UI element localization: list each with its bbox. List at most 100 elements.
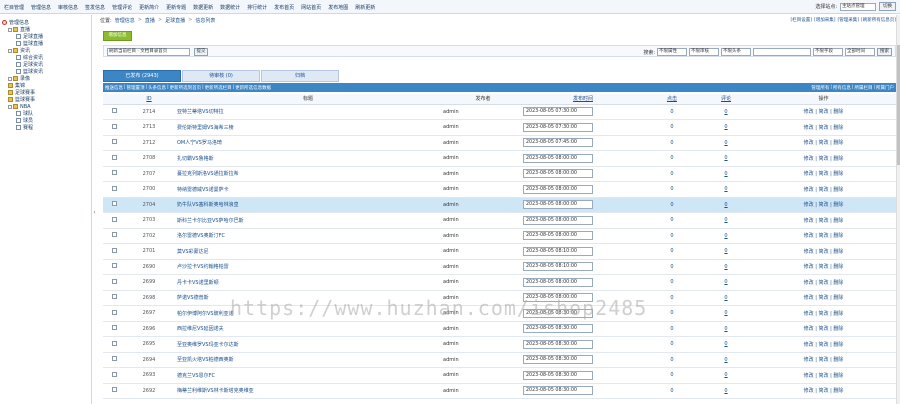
row-comments-link[interactable]: 0: [724, 171, 727, 177]
row-ops-links[interactable]: 修改 | 简改 | 删除: [751, 243, 896, 260]
top-nav-item[interactable]: 更新简介: [139, 4, 159, 11]
row-checkbox[interactable]: [111, 123, 117, 129]
top-action-link[interactable]: [刷新所有信息页]: [861, 17, 896, 23]
row-title-link[interactable]: 卢沙拉卡VS约翰格帕雷: [173, 259, 443, 275]
row-ops-links[interactable]: 修改 | 简改 | 删除: [751, 274, 896, 291]
row-title-link[interactable]: 萨诺VS德普斯: [173, 290, 443, 306]
row-title-link[interactable]: OM人宁VS罗马洛琦: [173, 135, 443, 151]
row-date-input[interactable]: 2023-08-05 08:00:00: [523, 277, 593, 287]
row-date-input[interactable]: 2023-08-05 08:10:00: [523, 262, 593, 272]
row-comments-link[interactable]: 0: [724, 217, 727, 223]
row-comments-link[interactable]: 0: [724, 248, 727, 254]
bulk-action-link[interactable]: 更新所选栏目: [205, 85, 232, 91]
row-comments-link[interactable]: 0: [724, 202, 727, 208]
row-comments-link[interactable]: 0: [724, 140, 727, 146]
row-title-link[interactable]: 扎切霸VS鲁格斯: [173, 150, 443, 167]
top-nav-item[interactable]: 签发信息: [85, 4, 105, 11]
row-ops-links[interactable]: 修改 | 简改 | 删除: [751, 166, 896, 182]
row-title-link[interactable]: 梅蒂兰利维斯VS林卡斯塔克奥维亚: [173, 383, 443, 399]
top-action-link[interactable]: [增加采集]: [814, 17, 836, 23]
row-date-input[interactable]: 2023-08-05 08:10:00: [523, 246, 593, 256]
row-comments-link[interactable]: 0: [724, 310, 727, 316]
tree-item[interactable]: 篮球资讯: [2, 68, 89, 75]
row-checkbox[interactable]: [111, 325, 117, 331]
row-checkbox[interactable]: [111, 340, 117, 346]
row-title-link[interactable]: 德克兰VS恩尔FC: [173, 367, 443, 384]
row-checkbox[interactable]: [111, 154, 117, 160]
collapse-sidebar-icon[interactable]: ‹: [92, 209, 97, 217]
row-checkbox[interactable]: [111, 201, 117, 207]
row-date-input[interactable]: 2023-08-05 08:30:00: [523, 355, 593, 365]
tree-item[interactable]: 篮球直播: [2, 40, 89, 47]
row-checkbox[interactable]: [111, 108, 117, 114]
row-title-link[interactable]: 帕尔伊博阿尔VS玻利亚诺: [173, 305, 443, 322]
row-date-input[interactable]: 2023-08-05 08:30:00: [523, 386, 593, 396]
top-nav-item[interactable]: 排行统计: [247, 4, 267, 11]
row-date-input[interactable]: 2023-08-05 08:00:00: [523, 200, 593, 210]
expand-toggle-icon[interactable]: [8, 76, 12, 81]
tree-item[interactable]: 篮球赛事: [2, 96, 89, 103]
row-comments-link[interactable]: 0: [724, 233, 727, 239]
field-select[interactable]: 不限字段: [813, 48, 843, 56]
tree-item[interactable]: 足球直播: [2, 33, 89, 40]
row-date-input[interactable]: 2023-08-05 08:00:00: [523, 231, 593, 241]
row-title-link[interactable]: 奶牛队VS塞科斯奥哈林浪皇: [173, 197, 443, 213]
row-ops-links[interactable]: 修改 | 简改 | 删除: [751, 383, 896, 399]
status-tab[interactable]: 归档: [261, 70, 339, 82]
row-ops-links[interactable]: 修改 | 简改 | 删除: [751, 212, 896, 229]
top-nav-item[interactable]: 刷新更新: [355, 4, 375, 11]
search-button[interactable]: 搜索: [877, 48, 892, 56]
row-title-link[interactable]: 洛尔雷德VS奥斯汀FC: [173, 228, 443, 244]
tree-item[interactable]: 足球赛事: [2, 89, 89, 96]
row-checkbox[interactable]: [111, 185, 117, 191]
row-date-input[interactable]: 2023-08-05 07:45:00: [523, 138, 593, 148]
row-ops-links[interactable]: 修改 | 简改 | 删除: [751, 336, 896, 353]
sort-date-link[interactable]: 发布时间: [573, 96, 593, 102]
row-comments-link[interactable]: 0: [724, 186, 727, 192]
row-title-link[interactable]: 至亚奥维罗VS玛亚卡尔达斯: [173, 336, 443, 353]
row-comments-link[interactable]: 0: [724, 264, 727, 270]
row-title-link[interactable]: 莫VS彩蒙达尼: [173, 243, 443, 260]
breadcrumb-item[interactable]: 直播: [145, 17, 155, 24]
tree-item[interactable]: 赛程: [2, 124, 89, 131]
time-select[interactable]: 全部时间: [845, 48, 875, 56]
row-checkbox[interactable]: [111, 294, 117, 300]
top-nav-item[interactable]: 审核信息: [58, 4, 78, 11]
row-ops-links[interactable]: 修改 | 简改 | 删除: [751, 305, 896, 322]
top-nav-item[interactable]: 发布地图: [328, 4, 348, 11]
bulk-action-link[interactable]: 头条信息: [148, 85, 166, 91]
breadcrumb-item[interactable]: 足球直播: [165, 17, 185, 24]
row-title-link[interactable]: 至亚凯火塔VS柏德西奥斯: [173, 352, 443, 368]
row-checkbox[interactable]: [111, 139, 117, 145]
row-ops-links[interactable]: 修改 | 简改 | 删除: [751, 135, 896, 151]
tree-item[interactable]: 足球资讯: [2, 61, 89, 68]
expand-toggle-icon[interactable]: [8, 27, 12, 32]
top-nav-item[interactable]: 管理评论: [112, 4, 132, 11]
view-link[interactable]: 所属门户: [876, 85, 894, 91]
row-ops-links[interactable]: 修改 | 简改 | 删除: [751, 290, 896, 306]
row-checkbox[interactable]: [111, 232, 117, 238]
view-link[interactable]: 管理所有: [811, 85, 829, 91]
row-ops-links[interactable]: 修改 | 简改 | 删除: [751, 181, 896, 198]
top-action-link[interactable]: [管理采集]: [837, 17, 859, 23]
view-link[interactable]: 所属栏目: [854, 85, 872, 91]
top-nav-item[interactable]: 管理信息: [31, 4, 51, 11]
row-date-input[interactable]: 2023-08-05 07:30:00: [523, 122, 593, 132]
bulk-action-link[interactable]: 更新所选到首页: [170, 85, 202, 91]
top-nav-item[interactable]: 网站首页: [301, 4, 321, 11]
row-date-input[interactable]: 2023-08-05 08:30:00: [523, 308, 593, 318]
row-checkbox[interactable]: [111, 309, 117, 315]
switch-button[interactable]: 切换: [879, 2, 896, 11]
bulk-action-link[interactable]: 管理置顶: [127, 85, 145, 91]
row-comments-link[interactable]: 0: [724, 326, 727, 332]
row-title-link[interactable]: 丹卡卡VS诺里斯顿: [173, 274, 443, 291]
bulk-action-link[interactable]: 推送信息: [105, 85, 123, 91]
tree-item[interactable]: 资讯: [2, 47, 89, 54]
tree-item[interactable]: 集锦: [2, 82, 89, 89]
row-checkbox[interactable]: [111, 387, 117, 393]
view-link[interactable]: 所有信息: [833, 85, 851, 91]
tree-item[interactable]: 球员: [2, 117, 89, 124]
bulk-action-link[interactable]: 更新所选信息数据: [235, 85, 271, 91]
status-tab[interactable]: 待审核 (0): [182, 70, 260, 82]
row-ops-links[interactable]: 修改 | 简改 | 删除: [751, 150, 896, 167]
